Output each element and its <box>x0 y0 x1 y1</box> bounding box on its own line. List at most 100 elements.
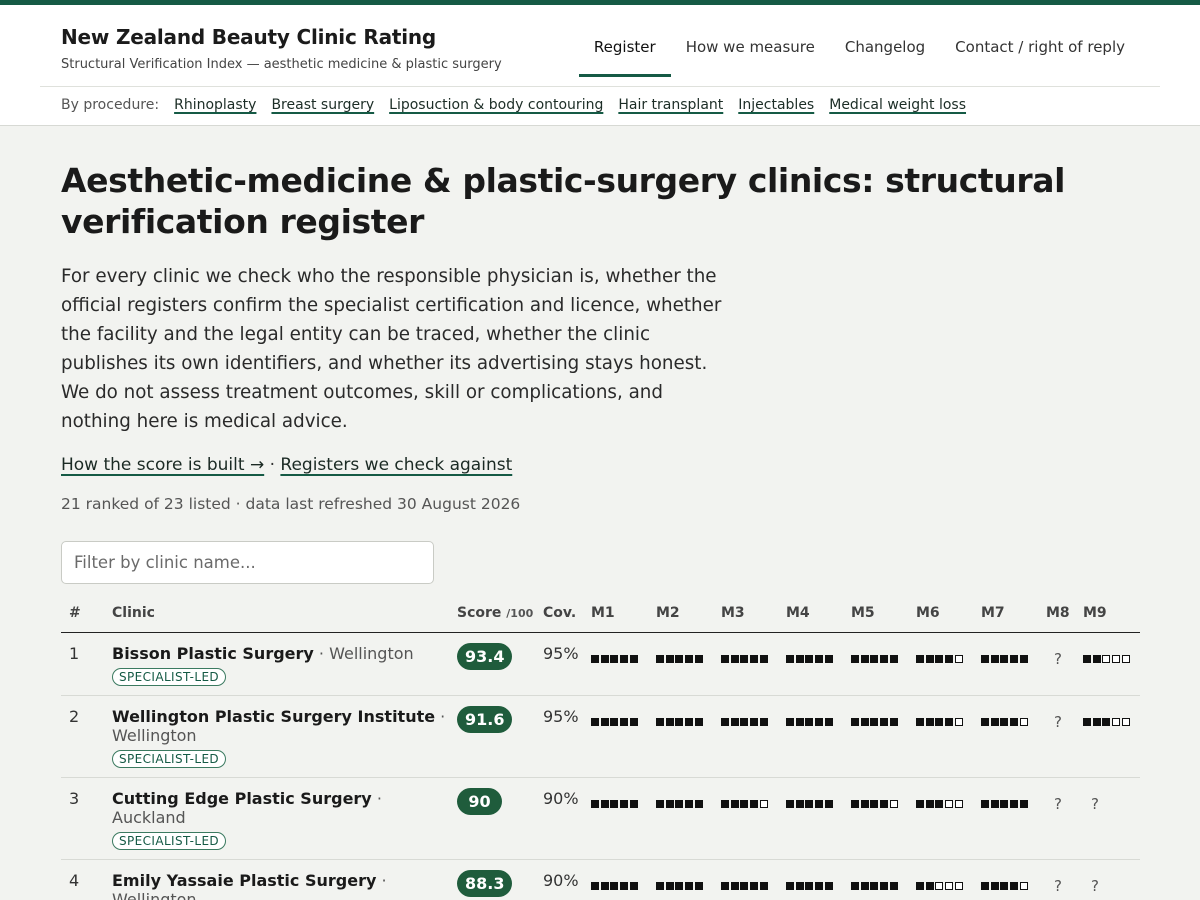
metric-filled-square <box>795 718 804 726</box>
procedure-label: By procedure: <box>61 97 160 113</box>
metric-filled-square <box>860 882 869 890</box>
metric-filled-square <box>600 655 609 663</box>
metric-filled-square <box>730 882 739 890</box>
metric-filled-square <box>620 800 629 808</box>
metric-filled-square <box>990 800 999 808</box>
table-row[interactable]: 4 Emily Yassaie Plastic Surgery · Welling… <box>61 859 1140 900</box>
score-cell: 91.6 <box>457 695 543 778</box>
procedure-link-liposuction[interactable]: Liposuction & body contouring <box>389 97 603 113</box>
procedure-link-hair-transplant[interactable]: Hair transplant <box>618 97 723 113</box>
metric-filled-square <box>610 882 619 890</box>
col-clinic[interactable]: Clinic <box>112 602 457 633</box>
clinic-name[interactable]: Wellington Plastic Surgery Institute <box>112 707 435 726</box>
score-method-link[interactable]: How the score is built → <box>61 455 264 475</box>
metric-m6-cell <box>916 695 981 778</box>
col-m4[interactable]: M4 <box>786 602 851 633</box>
metric-unknown: ? <box>1091 794 1099 813</box>
metric-m8-cell: ? <box>1046 695 1083 778</box>
metric-filled-square <box>795 882 804 890</box>
metric-filled-square <box>1019 800 1028 808</box>
metric-empty-square <box>1019 882 1028 890</box>
col-coverage[interactable]: Cov. <box>543 602 591 633</box>
metric-empty-square <box>1121 718 1130 726</box>
col-score-unit: /100 <box>506 606 534 620</box>
col-m5[interactable]: M5 <box>851 602 916 633</box>
metric-filled-square <box>665 882 674 890</box>
metric-filled-square <box>1083 718 1091 726</box>
metric-filled-square <box>629 718 638 726</box>
procedure-link-medical-weight-loss[interactable]: Medical weight loss <box>829 97 966 113</box>
metric-filled-square <box>600 882 609 890</box>
specialist-badge: SPECIALIST-LED <box>112 831 227 850</box>
metric-filled-square <box>815 882 824 890</box>
clinic-name[interactable]: Bisson Plastic Surgery <box>112 644 314 663</box>
procedure-link-rhinoplasty[interactable]: Rhinoplasty <box>174 97 256 113</box>
metric-filled-square <box>824 800 833 808</box>
col-score[interactable]: Score /100 <box>457 602 543 633</box>
table-row[interactable]: 2 Wellington Plastic Surgery Institute · … <box>61 695 1140 778</box>
registers-link[interactable]: Registers we check against <box>280 455 512 475</box>
col-m1[interactable]: M1 <box>591 602 656 633</box>
specialist-badge: SPECIALIST-LED <box>112 667 227 686</box>
clinic-name[interactable]: Emily Yassaie Plastic Surgery <box>112 871 376 890</box>
metric-m8-cell: ? <box>1046 859 1083 900</box>
col-m6[interactable]: M6 <box>916 602 981 633</box>
clinic-table: # Clinic Score /100 Cov. M1 M2 M3 M4 M5 … <box>61 602 1140 900</box>
clinic-city-sep: · <box>435 706 446 726</box>
metric-filled-square <box>990 882 999 890</box>
score-pill: 91.6 <box>457 705 513 733</box>
metric-filled-square <box>591 655 599 663</box>
metric-filled-square <box>795 655 804 663</box>
nav-register[interactable]: Register <box>578 22 671 77</box>
metric-filled-square <box>1010 800 1019 808</box>
metric-filled-square <box>889 882 898 890</box>
metric-filled-square <box>759 655 768 663</box>
metric-filled-square <box>925 718 934 726</box>
procedure-link-breast-surgery[interactable]: Breast surgery <box>271 97 374 113</box>
site-subtitle: Structural Verification Index — aestheti… <box>61 57 502 72</box>
metric-unknown: ? <box>1091 876 1099 895</box>
metric-filled-square <box>925 655 934 663</box>
metric-filled-square <box>916 718 924 726</box>
metric-filled-square <box>805 718 814 726</box>
col-m9[interactable]: M9 <box>1083 602 1140 633</box>
metric-m9-cell: ? <box>1083 859 1140 900</box>
metric-m6-cell <box>916 859 981 900</box>
link-separator: · <box>264 455 281 475</box>
metric-filled-square <box>860 800 869 808</box>
metric-filled-square <box>620 655 629 663</box>
metric-filled-square <box>721 882 729 890</box>
clinic-city: Wellington <box>112 889 197 900</box>
nav-how-we-measure[interactable]: How we measure <box>671 22 830 77</box>
nav-changelog[interactable]: Changelog <box>830 22 940 77</box>
coverage-cell: 95% <box>543 632 591 696</box>
metric-filled-square <box>730 800 739 808</box>
rank-cell: 3 <box>61 777 112 860</box>
clinic-city-sep: · <box>376 870 387 890</box>
clinic-name[interactable]: Cutting Edge Plastic Surgery <box>112 789 372 808</box>
metric-m4-cell <box>786 859 851 900</box>
col-m8[interactable]: M8 <box>1046 602 1083 633</box>
procedure-link-injectables[interactable]: Injectables <box>738 97 814 113</box>
metric-empty-square <box>945 800 954 808</box>
score-cell: 93.4 <box>457 632 543 696</box>
metric-m7-cell <box>981 859 1046 900</box>
metric-m7-cell <box>981 695 1046 778</box>
metric-filled-square <box>805 655 814 663</box>
metric-m7-cell <box>981 632 1046 696</box>
metric-filled-square <box>1000 882 1009 890</box>
col-rank[interactable]: # <box>61 602 112 633</box>
col-m3[interactable]: M3 <box>721 602 786 633</box>
site-title[interactable]: New Zealand Beauty Clinic Rating <box>61 25 436 49</box>
metric-filled-square <box>591 718 599 726</box>
col-m2[interactable]: M2 <box>656 602 721 633</box>
coverage-cell: 90% <box>543 777 591 860</box>
table-row[interactable]: 1 Bisson Plastic Surgery · Wellington SPEC… <box>61 632 1140 696</box>
site-header: New Zealand Beauty Clinic Rating Structu… <box>0 5 1200 126</box>
nav-contact[interactable]: Contact / right of reply <box>940 22 1140 77</box>
clinic-filter-input[interactable] <box>61 541 434 584</box>
metric-filled-square <box>870 655 879 663</box>
table-row[interactable]: 3 Cutting Edge Plastic Surgery · Auckland… <box>61 777 1140 860</box>
col-m7[interactable]: M7 <box>981 602 1046 633</box>
score-cell: 88.3 <box>457 859 543 900</box>
